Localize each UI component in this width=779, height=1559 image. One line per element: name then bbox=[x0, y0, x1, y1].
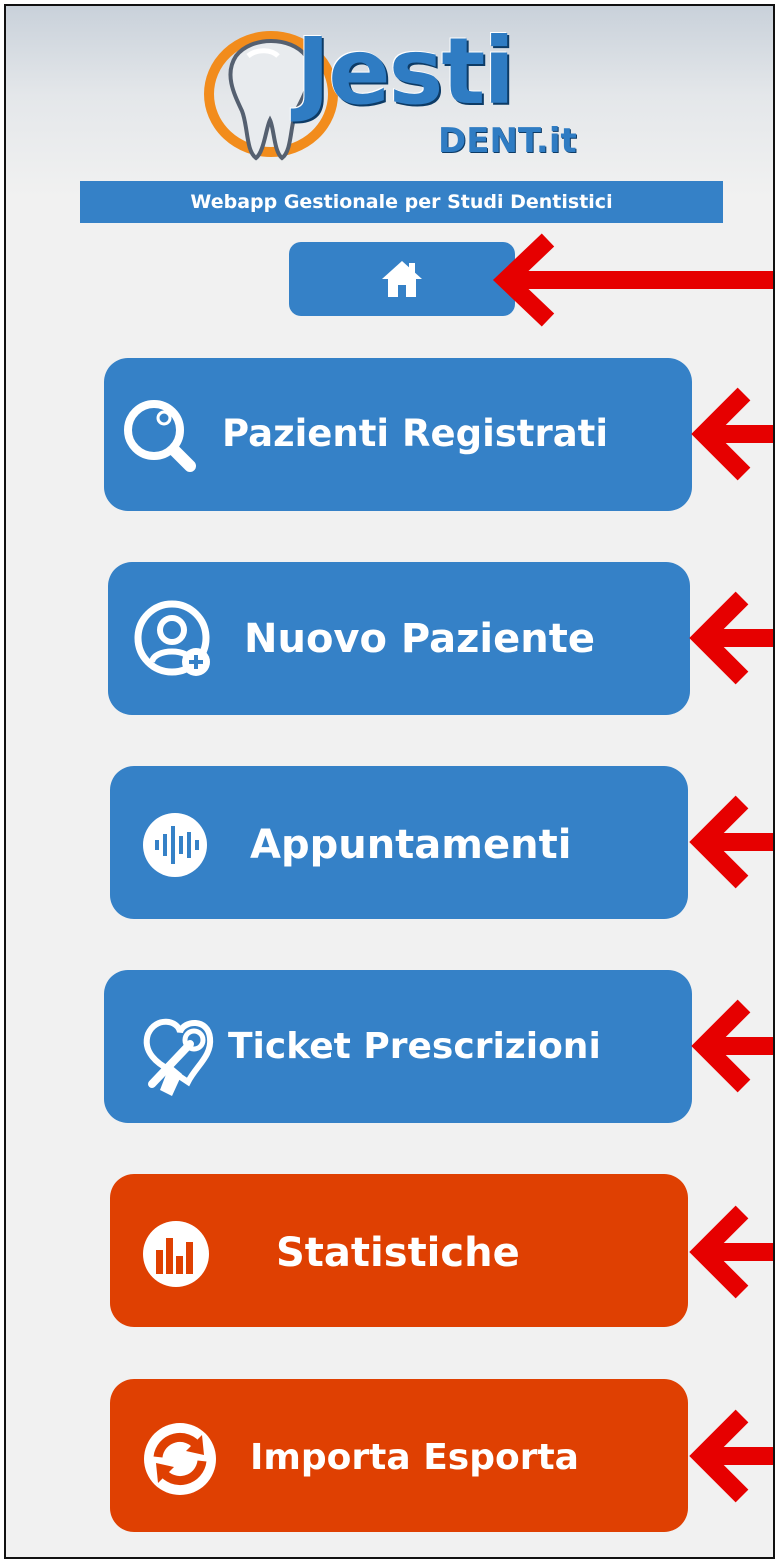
app-frame: Jesti DENT.it Webapp Gestionale per Stud… bbox=[4, 4, 775, 1559]
appuntamenti-button[interactable]: Appuntamenti bbox=[110, 766, 688, 919]
logo-subtext: DENT.it bbox=[438, 121, 577, 161]
annotation-arrow-statistiche bbox=[689, 1205, 773, 1299]
annotation-arrow-home bbox=[492, 233, 773, 327]
annotation-arrow-pazienti bbox=[691, 387, 773, 481]
tagline-banner: Webapp Gestionale per Studi Dentistici bbox=[80, 181, 723, 223]
annotation-arrow-importa bbox=[689, 1409, 773, 1503]
importa-esporta-label: Importa Esporta bbox=[250, 1437, 579, 1478]
pazienti-registrati-label: Pazienti Registrati bbox=[222, 412, 609, 455]
home-icon bbox=[382, 261, 422, 297]
pazienti-registrati-button[interactable]: Pazienti Registrati bbox=[104, 358, 692, 511]
bar-chart-icon bbox=[143, 1221, 209, 1287]
search-icon bbox=[124, 400, 196, 472]
statistiche-button[interactable]: Statistiche bbox=[110, 1174, 688, 1327]
ticket-prescrizioni-label: Ticket Prescrizioni bbox=[228, 1026, 601, 1067]
sync-icon bbox=[144, 1423, 216, 1495]
importa-esporta-button[interactable]: Importa Esporta bbox=[110, 1379, 688, 1532]
annotation-arrow-nuovo bbox=[689, 591, 773, 685]
home-button[interactable] bbox=[289, 242, 515, 316]
nuovo-paziente-button[interactable]: Nuovo Paziente bbox=[108, 562, 690, 715]
nuovo-paziente-label: Nuovo Paziente bbox=[244, 616, 595, 662]
appuntamenti-label: Appuntamenti bbox=[250, 822, 572, 868]
annotation-arrow-ticket bbox=[691, 999, 773, 1093]
audio-wave-icon bbox=[143, 813, 207, 877]
annotation-arrow-appuntamenti bbox=[689, 795, 773, 889]
jestident-logo: Jesti DENT.it bbox=[196, 16, 616, 176]
tooth-tools-icon bbox=[143, 1018, 214, 1096]
logo-wordmark: Jesti bbox=[296, 18, 515, 125]
ticket-prescrizioni-button[interactable]: Ticket Prescrizioni bbox=[104, 970, 692, 1123]
user-add-icon bbox=[134, 600, 210, 676]
statistiche-label: Statistiche bbox=[276, 1230, 520, 1276]
